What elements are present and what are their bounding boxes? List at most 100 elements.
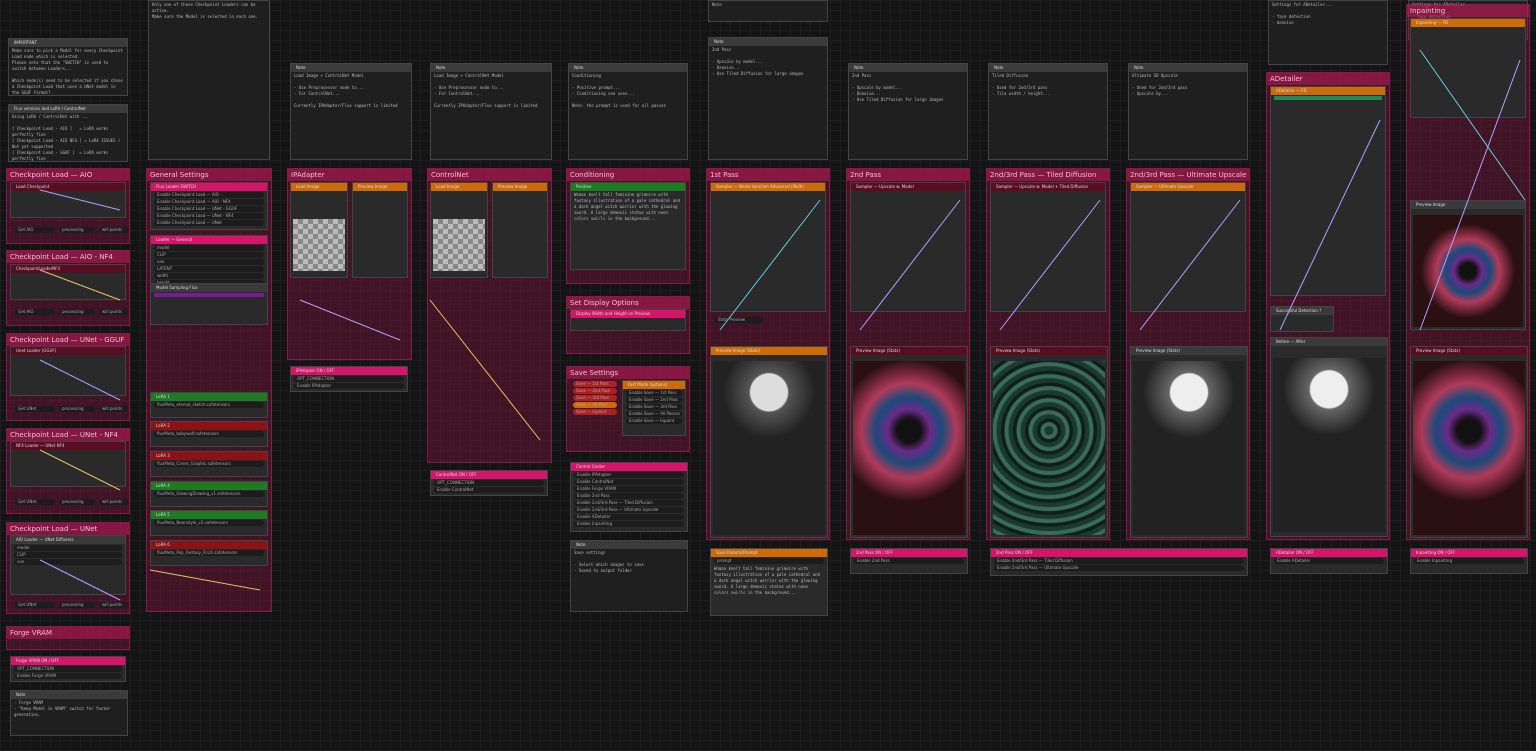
lora-name[interactable]: fluxMeta_Neonstyle_v2.safetensors — [154, 520, 264, 526]
save-item[interactable]: Save — 2nd Pass — [573, 388, 617, 394]
model-sampling-node[interactable]: Model Sampling Flux — [150, 283, 268, 325]
save-flag[interactable]: Enable Save — 2nd Pass — [626, 397, 682, 403]
fast-mode-node[interactable]: Fast Mode (options) Enable Save — 1st Pa… — [622, 380, 686, 436]
enable-ultimate-row[interactable]: Enable 2nd/3rd Pass — Ultimate Upscale — [994, 565, 1244, 571]
preview-image-node[interactable]: Preview Image — [352, 182, 408, 278]
will-points-node[interactable]: will points — [99, 602, 129, 608]
unet-nf4-node[interactable]: NF4 Loader — UNet NF4 — [10, 441, 126, 487]
get-unet-node[interactable]: Get UNet — [15, 406, 55, 412]
control-item[interactable]: Enable Forge VRAM — [574, 486, 684, 492]
get-unet-node[interactable]: Get UNet — [15, 602, 55, 608]
loader-general-node[interactable]: Loader — General model CLIP vae LATENT w… — [150, 235, 268, 285]
flux-loader-switch-node[interactable]: Flux Loader SWITCH Enable Checkpoint Loa… — [150, 182, 268, 230]
will-points-node[interactable]: will points — [99, 499, 129, 505]
switch-item[interactable]: Enable Checkpoint Load — AIO - NF4 — [154, 199, 264, 205]
checkpoint-loader-nf4-node[interactable]: CheckpointLoaderNF4 — [10, 264, 126, 300]
switch-item[interactable]: Enable Checkpoint Load — AIO — [154, 192, 264, 198]
processing-node[interactable]: processing — [59, 499, 95, 505]
flux-versions-note[interactable]: Flux versions and LoRA / ControlNet Usin… — [8, 104, 128, 162]
save-item[interactable]: Save — 3rd Pass — [573, 395, 617, 401]
save-flag[interactable]: Enable Save — Inpaint — [626, 418, 682, 424]
aio-unet-node[interactable]: AIO Loader — UNet Diffusers model CLIP v… — [10, 535, 126, 595]
output-row[interactable]: width — [154, 273, 264, 279]
save-params-node[interactable]: Save Params/Prompt prompt Woman knelt ta… — [710, 548, 828, 616]
second-pass-toggle-node[interactable]: 2nd Pass ON / OFF Enable 2nd Pass — [850, 548, 968, 574]
save-buttons[interactable]: Save — 1st Pass Save — 2nd Pass Save — 3… — [570, 380, 620, 440]
lora-name[interactable]: fluxMeta_babywolf.safetensors — [154, 431, 264, 437]
control-center-node[interactable]: Control Center Enable IPAdapter Enable C… — [570, 462, 688, 532]
preview-ultimate-node[interactable]: Preview Image (Stats) — [1130, 346, 1248, 538]
control-item[interactable]: Enable 2nd/3rd Pass — Tiled Diffusion — [574, 500, 684, 506]
load-checkpoint-node[interactable]: Load Checkpoint — [10, 182, 126, 218]
sampler-1st-node[interactable]: Sampler — Noise Injection Advanced (Mult… — [710, 182, 826, 312]
control-item[interactable]: Enable Inpainting — [574, 521, 684, 527]
second-pass-note[interactable]: Note 2nd Pass - Upscale by model... - De… — [848, 63, 968, 160]
lora5-node[interactable]: LoRA 5 fluxMeta_Neonstyle_v2.safetensors — [150, 510, 268, 536]
inpainting-node[interactable]: Inpainting — FD — [1410, 18, 1526, 118]
ipadapter-note[interactable]: Note Load Image + ControlNet Model - Use… — [290, 63, 412, 160]
control-item[interactable]: Enable 2nd/3rd Pass — Ultimate Upscale — [574, 507, 684, 513]
tiled-toggle-node[interactable]: 2nd Pass ON / OFF Enable 2nd/3rd Pass — … — [990, 548, 1248, 576]
lora6-node[interactable]: LoRA 6 fluxMeta_Pop_Fantasy_FLUX.safeten… — [150, 540, 268, 566]
load-image-node[interactable]: Load Image — [290, 182, 348, 278]
group-forge-vram[interactable]: Forge VRAM — [6, 626, 130, 650]
lora-name[interactable]: fluxMeta_GlowingDrawing_v1.safetensors — [154, 491, 264, 497]
tiled-note[interactable]: Note Tiled Diffusion - Used for 2nd/3rd … — [988, 63, 1108, 160]
preview-1st-node[interactable]: Preview Image (Stats) — [710, 346, 828, 538]
processing-node[interactable]: processing — [59, 309, 95, 315]
successful-detection-node[interactable]: Successful Detection ? — [1270, 306, 1334, 332]
save-item[interactable]: Save — All Pass — [573, 402, 617, 408]
node-graph-canvas[interactable]: IMPORTANT Make sure to pick a Model for … — [0, 0, 1536, 751]
save-note[interactable]: Note Save settings - Select which images… — [570, 540, 688, 612]
inpainting-toggle-node[interactable]: Inpainting ON / OFF Enable Inpainting — [1410, 548, 1528, 574]
processing-node[interactable]: processing — [59, 227, 95, 233]
first-pass-note[interactable]: Note 2nd Pass - Upscale by model... - De… — [708, 37, 828, 160]
lora-name[interactable]: fluxMeta_Pop_Fantasy_FLUX.safetensors — [154, 550, 264, 556]
get-aio-node[interactable]: Get AIO — [15, 309, 55, 315]
save-flag[interactable]: Enable Save — All Passes — [626, 411, 682, 417]
inpaint-result-node[interactable]: Preview Image (Stats) — [1410, 346, 1528, 538]
enable-forge-vram-row[interactable]: Enable Forge VRAM — [14, 673, 122, 679]
save-item[interactable]: Save — 1st Pass — [573, 381, 617, 387]
controlnet-note[interactable]: Note Load Image + ControlNet Model - Use… — [430, 63, 552, 160]
save-flag[interactable]: Enable Save — 1st Pass — [626, 390, 682, 396]
important-note[interactable]: IMPORTANT Make sure to pick a Model for … — [8, 38, 128, 96]
positive-node[interactable]: Positive Woman knelt tall feminine grimo… — [570, 182, 686, 270]
switch-item[interactable]: Enable Checkpoint Load — UNet — [154, 220, 264, 226]
output-row[interactable]: model — [154, 245, 264, 251]
forge-vram-toggle-node[interactable]: Forge VRAM ON / OFF OPT_CONNECTION Enabl… — [10, 656, 126, 682]
get-unet-node[interactable]: Get UNet — [15, 499, 55, 505]
sampler-2nd-node[interactable]: Sampler — Upscale w. Model — [850, 182, 966, 312]
control-item[interactable]: Enable ControlNet — [574, 479, 684, 485]
lora2-node[interactable]: LoRA 2 fluxMeta_babywolf.safetensors — [150, 421, 268, 447]
forge-note[interactable]: Note - Forge VRAM - "Keep Model in VRAM"… — [10, 690, 128, 736]
output-row[interactable]: LATENT — [154, 266, 264, 272]
enable-tiled-row[interactable]: Enable 2nd/3rd Pass — Tiled Diffusion — [994, 558, 1244, 564]
output-row[interactable]: vae — [154, 259, 264, 265]
processing-node[interactable]: processing — [59, 406, 95, 412]
display-wh-node[interactable]: Display Width and Height on Preview — [570, 309, 686, 331]
output-row[interactable]: CLIP — [154, 252, 264, 258]
model-row[interactable]: model — [14, 545, 122, 551]
enable-adetailer-row[interactable]: Enable ADetailer — [1274, 558, 1384, 564]
vae-row[interactable]: vae — [14, 559, 122, 565]
enable-2nd-row[interactable]: Enable 2nd Pass — [854, 558, 964, 564]
will-points-node[interactable]: will points — [99, 406, 129, 412]
adetailer-note[interactable]: Settings for ADetailer... - face detecti… — [1268, 0, 1388, 65]
save-item[interactable]: Save — Inpaint — [573, 409, 617, 415]
general-note[interactable]: Only one of these Checkpoint Loaders can… — [148, 0, 270, 160]
adetailer-node[interactable]: ADetailer — FD — [1270, 86, 1386, 296]
preview-2nd-node[interactable]: Preview Image (Stats) — [850, 346, 968, 538]
control-item[interactable]: Enable 2nd Pass — [574, 493, 684, 499]
clip-row[interactable]: CLIP — [14, 552, 122, 558]
cn-load-image-node[interactable]: Load Image — [430, 182, 488, 278]
lora1-node[interactable]: LoRA 1 fluxMeta_eternal_sketch.safetenso… — [150, 392, 268, 418]
ultimate-note[interactable]: Note Ultimate SD Upscale - Used for 2nd/… — [1128, 63, 1248, 160]
sampler-ultimate-node[interactable]: Sampler — Ultimate Upscale — [1130, 182, 1246, 312]
get-aio-node[interactable]: Get AIO — [15, 227, 55, 233]
stats-preview-node[interactable]: Stats Preview — [715, 317, 763, 323]
before-after-node[interactable]: Before — After — [1270, 337, 1388, 537]
enable-ipadapter-row[interactable]: Enable IPAdapter — [294, 383, 404, 389]
prompt-row[interactable]: prompt — [714, 558, 824, 564]
lora3-node[interactable]: LoRA 3 fluxMeta_Cones_Graphic.safetensor… — [150, 451, 268, 477]
